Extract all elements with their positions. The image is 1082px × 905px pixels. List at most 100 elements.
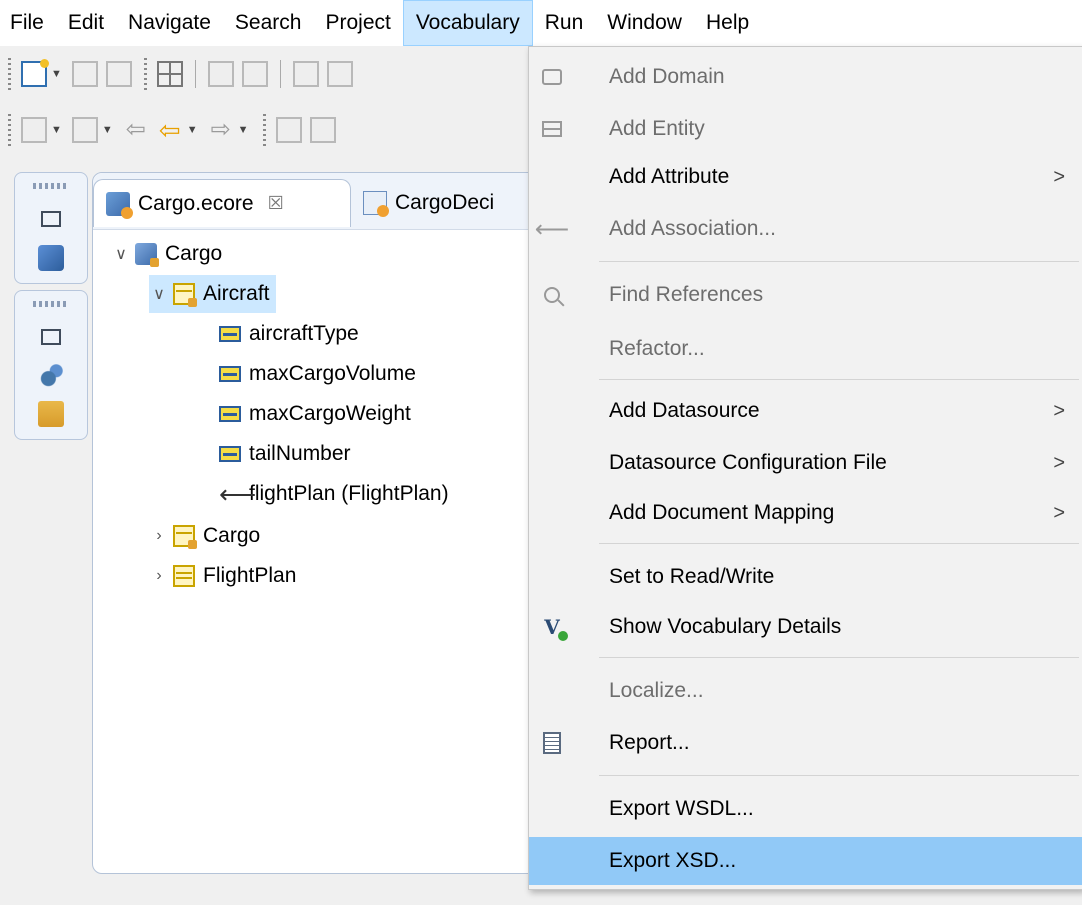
menu-bar: File Edit Navigate Search Project Vocabu…: [0, 0, 1082, 46]
align-icon[interactable]: [207, 61, 234, 87]
class-icon: [173, 283, 197, 307]
chevron-down-icon[interactable]: ∨: [111, 244, 131, 264]
menu-item-datasource-config-file[interactable]: Datasource Configuration File >: [529, 439, 1082, 487]
toolbar-separator: [279, 60, 281, 88]
menu-item-set-read-write[interactable]: Set to Read/Write: [529, 553, 1082, 601]
pin-down-icon[interactable]: [326, 61, 353, 87]
chevron-down-icon[interactable]: ∨: [149, 284, 169, 304]
menu-separator: [599, 261, 1079, 262]
indent-icon[interactable]: [241, 61, 268, 87]
menu-run[interactable]: Run: [533, 0, 596, 46]
menu-edit[interactable]: Edit: [56, 0, 116, 46]
submenu-arrow-icon: >: [1053, 165, 1065, 188]
back-icon[interactable]: ⇦: [157, 117, 183, 143]
menu-item-find-references[interactable]: Find References: [529, 271, 1082, 319]
package-icon: [135, 243, 159, 267]
menu-vocabulary[interactable]: Vocabulary: [402, 0, 533, 46]
tree-item-attribute[interactable]: tailNumber: [219, 435, 351, 473]
pin-icon[interactable]: [292, 61, 319, 87]
rule-vocabulary-icon[interactable]: [38, 245, 64, 271]
find-icon: [539, 282, 565, 308]
tree-item-label: FlightPlan: [203, 564, 297, 587]
next-annotation-icon[interactable]: [21, 117, 47, 143]
chevron-down-icon[interactable]: ▼: [102, 124, 113, 136]
add-domain-icon[interactable]: [275, 117, 302, 143]
decision-icon: [363, 191, 389, 217]
submenu-arrow-icon: >: [1053, 399, 1065, 422]
menu-item-refactor[interactable]: Refactor...: [529, 325, 1082, 373]
association-icon: ⟵: [534, 215, 570, 243]
menu-project[interactable]: Project: [313, 0, 402, 46]
layout-grid-icon[interactable]: [156, 61, 183, 87]
tree-item-cargo-package[interactable]: ∨ Cargo: [111, 235, 222, 273]
menu-item-add-datasource[interactable]: Add Datasource >: [529, 387, 1082, 435]
gears-icon[interactable]: [38, 363, 64, 389]
tree-item-association[interactable]: ⟵ flightPlan (FlightPlan): [219, 475, 449, 513]
menu-item-show-vocabulary-details[interactable]: V Show Vocabulary Details: [529, 603, 1082, 651]
chevron-right-icon[interactable]: ›: [149, 527, 169, 545]
submenu-arrow-icon: >: [1053, 501, 1065, 524]
previous-annotation-icon[interactable]: [71, 117, 98, 143]
toolbar-grip[interactable]: [143, 58, 147, 90]
menu-item-add-entity[interactable]: Add Entity: [529, 105, 1082, 153]
forward-icon[interactable]: ⇨: [208, 117, 234, 143]
menu-item-export-xsd[interactable]: Export XSD...: [529, 837, 1082, 885]
menu-item-localize[interactable]: Localize...: [529, 667, 1082, 715]
menu-item-add-document-mapping[interactable]: Add Document Mapping >: [529, 489, 1082, 537]
chevron-right-icon[interactable]: ›: [149, 567, 169, 585]
vocabulary-menu: Add Domain Add Entity Add Attribute > ⟵ …: [528, 46, 1082, 890]
attribute-icon: [219, 406, 241, 422]
save-icon[interactable]: [71, 61, 98, 87]
new-file-icon[interactable]: [21, 59, 49, 87]
vocabulary-details-icon: V: [544, 615, 568, 641]
tree-item-cargo-class[interactable]: › Cargo: [149, 517, 260, 555]
tree-item-label: Cargo: [203, 524, 261, 547]
save-all-icon[interactable]: [105, 61, 132, 87]
chevron-down-icon[interactable]: ▼: [238, 124, 249, 136]
menu-item-export-wsdl[interactable]: Export WSDL...: [529, 785, 1082, 833]
menu-window[interactable]: Window: [595, 0, 694, 46]
menu-separator: [599, 543, 1079, 544]
minimized-view-stack: [14, 290, 88, 440]
menu-item-add-association[interactable]: ⟵ Add Association...: [529, 205, 1082, 253]
menu-separator: [599, 379, 1079, 380]
tree-item-aircraft[interactable]: ∨ Aircraft: [149, 275, 276, 313]
tree-item-flightplan[interactable]: › FlightPlan: [149, 557, 296, 595]
add-entity-icon[interactable]: [309, 117, 336, 143]
tree-item-label: maxCargoVolume: [249, 362, 416, 385]
drag-handle[interactable]: [33, 301, 69, 307]
report-icon: [539, 730, 565, 756]
ecore-icon: [106, 191, 133, 219]
tree-item-label: Cargo: [165, 242, 223, 265]
menu-item-report[interactable]: Report...: [529, 719, 1082, 767]
tree-item-attribute[interactable]: maxCargoVolume: [219, 355, 416, 393]
attribute-icon: [219, 326, 241, 342]
toolbar-separator: [194, 60, 196, 88]
tree-item-attribute[interactable]: aircraftType: [219, 315, 359, 353]
toolbar-grip[interactable]: [8, 114, 11, 146]
last-edit-icon[interactable]: ⇦: [123, 117, 149, 143]
menu-file[interactable]: File: [0, 0, 56, 46]
editor-panel: Cargo.ecore ☒ CargoDeci ∨ Cargo ∨ Aircra…: [92, 172, 554, 874]
menu-search[interactable]: Search: [223, 0, 314, 46]
drag-handle[interactable]: [33, 183, 69, 189]
restore-icon[interactable]: [38, 207, 64, 233]
left-trim-stack: [14, 172, 88, 446]
toolbar-grip[interactable]: [262, 114, 266, 146]
restore-icon[interactable]: [38, 325, 64, 351]
menu-help[interactable]: Help: [694, 0, 761, 46]
menu-item-add-domain[interactable]: Add Domain: [529, 53, 1082, 101]
chevron-down-icon[interactable]: ▼: [51, 68, 62, 80]
tab-cargo-ecore[interactable]: Cargo.ecore ☒: [93, 179, 351, 227]
tree-item-attribute[interactable]: maxCargoWeight: [219, 395, 411, 433]
menu-item-add-attribute[interactable]: Add Attribute >: [529, 153, 1082, 201]
tab-label: Cargo.ecore: [138, 191, 254, 215]
chevron-down-icon[interactable]: ▼: [187, 124, 198, 136]
folders-icon[interactable]: [38, 401, 64, 427]
tree-item-label: tailNumber: [249, 442, 351, 465]
toolbar-grip[interactable]: [8, 58, 11, 90]
chevron-down-icon[interactable]: ▼: [51, 124, 62, 136]
tab-label: CargoDeci: [395, 191, 495, 214]
menu-navigate[interactable]: Navigate: [116, 0, 223, 46]
close-icon[interactable]: ☒: [268, 193, 284, 214]
